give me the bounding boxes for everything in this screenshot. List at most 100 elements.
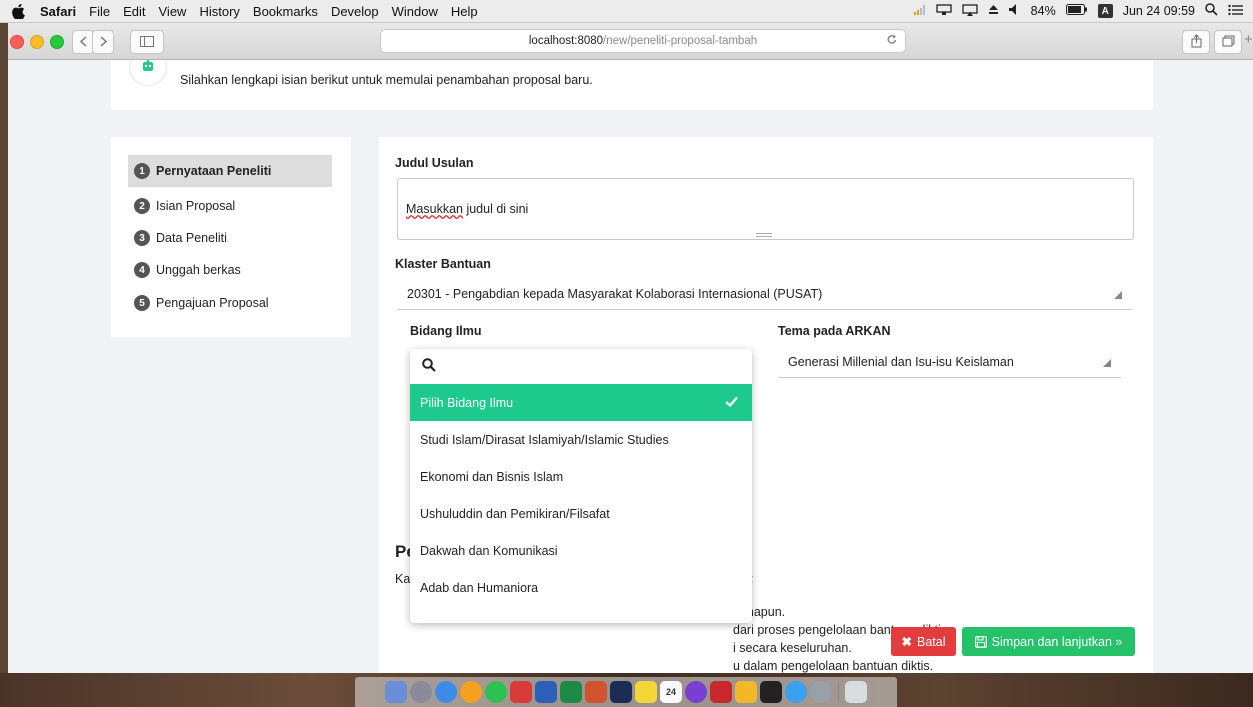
step-unggah-berkas[interactable]: 4 Unggah berkas xyxy=(128,254,332,286)
menu-file[interactable]: File xyxy=(89,4,110,19)
tema-arkan-select[interactable]: Generasi Millenial dan Isu-isu Keislaman xyxy=(778,347,1121,378)
safari-icon[interactable] xyxy=(435,681,457,703)
spotlight-search-icon[interactable] xyxy=(1205,3,1218,19)
volume-icon[interactable] xyxy=(1008,4,1021,18)
menu-bookmarks[interactable]: Bookmarks xyxy=(253,4,318,19)
close-window-button[interactable] xyxy=(10,35,24,49)
steps-sidebar: 1 Pernyataan Peneliti 2 Isian Proposal 3… xyxy=(111,137,351,337)
judul-usulan-label: Judul Usulan xyxy=(395,156,474,170)
input-source-badge[interactable]: A xyxy=(1097,4,1113,18)
robot-logo-icon xyxy=(140,60,156,77)
apple-icon[interactable] xyxy=(12,3,26,19)
powerpoint-icon[interactable] xyxy=(585,681,607,703)
notification-center-icon[interactable] xyxy=(1228,4,1243,19)
judul-usulan-value: Masukkan judul di sini xyxy=(406,202,528,216)
step-pernyataan-peneliti[interactable]: 1 Pernyataan Peneliti xyxy=(128,155,332,187)
select-arrow-icon xyxy=(1114,291,1122,299)
option-label: Ushuluddin dan Pemikiran/Filsafat xyxy=(420,506,610,521)
excel-icon[interactable] xyxy=(560,681,582,703)
terminal-icon[interactable] xyxy=(760,681,782,703)
launchpad-icon[interactable] xyxy=(410,681,432,703)
step-label: Isian Proposal xyxy=(156,199,236,213)
url-path: /new/peneliti-proposal-tambah xyxy=(603,35,758,47)
step-pengajuan-proposal[interactable]: 5 Pengajuan Proposal xyxy=(128,287,332,319)
cancel-button[interactable]: ✖ Batal xyxy=(891,627,956,656)
dropdown-option[interactable]: Studi Islam/Dirasat Islamiyah/Islamic St… xyxy=(410,421,752,458)
dropdown-search-input[interactable] xyxy=(440,356,744,378)
menubar-status-area: 84% A Jun 24 09:59 xyxy=(913,0,1243,22)
notes-icon[interactable] xyxy=(635,681,657,703)
system-preferences-icon[interactable] xyxy=(810,681,832,703)
reload-icon[interactable] xyxy=(887,30,897,52)
photoshop-icon[interactable] xyxy=(610,681,632,703)
menu-window[interactable]: Window xyxy=(392,4,438,19)
klaster-bantuan-label: Klaster Bantuan xyxy=(395,257,491,271)
battery-icon[interactable] xyxy=(1065,4,1088,18)
signal-icon[interactable] xyxy=(913,4,926,18)
app-store-icon[interactable] xyxy=(785,681,807,703)
dropdown-option[interactable]: Adab dan Humaniora xyxy=(410,569,752,606)
step-label: Unggah berkas xyxy=(156,263,241,277)
back-button[interactable] xyxy=(72,30,94,54)
menu-help[interactable]: Help xyxy=(451,4,478,19)
finder-icon[interactable] xyxy=(385,681,407,703)
share-icon xyxy=(1191,33,1202,51)
step-data-peneliti[interactable]: 3 Data Peneliti xyxy=(128,222,332,254)
page-header-card: Silahkan lengkapi isian berikut untuk me… xyxy=(111,60,1153,110)
new-tab-plus-icon[interactable]: + xyxy=(1244,31,1253,48)
filezilla-icon[interactable] xyxy=(710,681,732,703)
save-continue-button[interactable]: Simpan dan lanjutkan » xyxy=(962,627,1135,656)
pernyataan-line: i secara keseluruhan. xyxy=(733,641,852,655)
step-label: Pernyataan Peneliti xyxy=(156,164,272,178)
menu-view[interactable]: View xyxy=(159,4,187,19)
option-label: Studi Islam/Dirasat Islamiyah/Islamic St… xyxy=(420,432,669,447)
tabs-overview-button[interactable] xyxy=(1214,30,1242,54)
minimize-window-button[interactable] xyxy=(30,35,44,49)
menu-edit[interactable]: Edit xyxy=(123,4,145,19)
share-button[interactable] xyxy=(1182,30,1210,54)
chevron-right-icon xyxy=(99,35,107,50)
klaster-bantuan-value: 20301 - Pengabdian kepada Masyarakat Kol… xyxy=(407,287,823,301)
judul-usulan-textarea[interactable]: Masukkan judul di sini xyxy=(397,178,1134,240)
dropdown-option[interactable]: Dakwah dan Komunikasi xyxy=(410,532,752,569)
klaster-bantuan-select[interactable]: 20301 - Pengabdian kepada Masyarakat Kol… xyxy=(397,279,1132,310)
chrome-icon[interactable] xyxy=(460,681,482,703)
whatsapp-icon[interactable] xyxy=(485,681,507,703)
textarea-resize-handle[interactable] xyxy=(756,233,772,237)
airplay-icon[interactable] xyxy=(962,3,978,19)
dropdown-option[interactable]: Ushuluddin dan Pemikiran/Filsafat xyxy=(410,495,752,532)
option-label: Ekonomi dan Bisnis Islam xyxy=(420,469,564,484)
sublime-text-icon[interactable] xyxy=(735,681,757,703)
address-bar[interactable]: localhost:8080/new/peneliti-proposal-tam… xyxy=(380,29,906,53)
save-floppy-icon xyxy=(974,635,987,648)
word-icon[interactable] xyxy=(535,681,557,703)
menu-app-name[interactable]: Safari xyxy=(40,4,76,19)
sidebar-icon xyxy=(140,35,154,50)
zoom-window-button[interactable] xyxy=(50,35,64,49)
battery-percent[interactable]: 84% xyxy=(1031,4,1056,18)
judul-value-word: Masukkan xyxy=(406,202,463,216)
save-button-label: Simpan dan lanjutkan » xyxy=(991,634,1123,649)
dropdown-option[interactable]: Ekonomi dan Bisnis Islam xyxy=(410,458,752,495)
pernyataan-line: u dalam pengelolaan bantuan diktis. xyxy=(733,659,934,673)
eject-icon[interactable] xyxy=(988,4,999,18)
trash-icon[interactable] xyxy=(845,681,867,703)
step-isian-proposal[interactable]: 2 Isian Proposal xyxy=(128,190,332,222)
step-number: 1 xyxy=(134,163,150,179)
network-icon[interactable] xyxy=(936,3,952,19)
itunes-icon[interactable] xyxy=(685,681,707,703)
calendar-icon[interactable]: 24 xyxy=(660,681,682,703)
menu-history[interactable]: History xyxy=(199,4,239,19)
menubar-clock[interactable]: Jun 24 09:59 xyxy=(1123,4,1195,18)
cancel-button-label: Batal xyxy=(916,634,946,649)
forward-button[interactable] xyxy=(92,30,114,54)
close-icon: ✖ xyxy=(901,635,912,649)
menu-develop[interactable]: Develop xyxy=(331,4,379,19)
dropdown-option-selected[interactable]: Pilih Bidang Ilmu xyxy=(410,384,752,421)
app-logo xyxy=(129,60,167,86)
bidang-ilmu-label: Bidang Ilmu xyxy=(410,324,482,338)
step-number: 5 xyxy=(134,295,150,311)
mendeley-icon[interactable] xyxy=(510,681,532,703)
sidebar-toggle-button[interactable] xyxy=(130,30,164,54)
tabs-icon xyxy=(1222,35,1235,50)
